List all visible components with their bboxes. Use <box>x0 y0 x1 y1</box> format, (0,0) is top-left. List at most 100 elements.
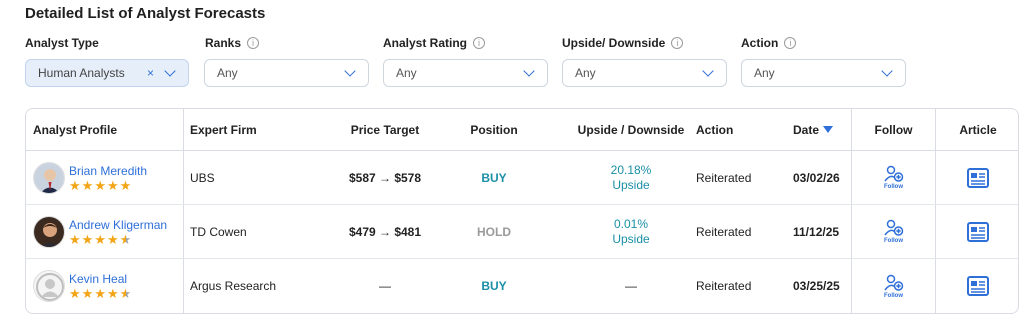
upside-label: Upside <box>612 231 650 246</box>
clear-icon[interactable]: × <box>147 66 154 80</box>
chevron-down-icon <box>881 65 893 77</box>
star-icon: ★ <box>81 177 94 193</box>
follow-label: Follow <box>884 184 903 190</box>
follow-person-plus-icon <box>883 219 903 236</box>
avatar[interactable] <box>33 161 65 194</box>
filter-label-text: Ranks <box>205 36 242 50</box>
star-icon: ★ <box>106 286 119 301</box>
star-icon: ★ <box>81 286 94 301</box>
select-value: Any <box>217 66 238 80</box>
position-badge: HOLD <box>477 224 511 239</box>
analyst-name-link[interactable]: Brian Meredith <box>69 164 147 178</box>
analyst-rating-select[interactable]: Any <box>383 59 548 87</box>
header-upside-downside[interactable]: Upside / Downside <box>574 109 688 150</box>
header-position[interactable]: Position <box>454 109 534 150</box>
follow-button[interactable]: Follow <box>883 274 904 299</box>
upside-label: Upside <box>612 177 650 192</box>
header-date[interactable]: Date <box>793 109 851 150</box>
filter-label-ranks: Ranks i <box>205 36 260 50</box>
action-text: Reiterated <box>696 224 752 239</box>
article-cell <box>936 259 1018 313</box>
half-star-icon: ★ <box>119 231 132 247</box>
follow-button[interactable]: Follow <box>883 165 904 190</box>
price-target: — <box>379 279 391 293</box>
action-select[interactable]: Any <box>741 59 906 87</box>
date-text: 11/12/25 <box>793 224 840 239</box>
action-text: Reiterated <box>696 170 752 185</box>
chevron-down-icon <box>344 65 356 77</box>
info-icon[interactable]: i <box>671 37 684 49</box>
select-value: Human Analysts <box>38 66 125 80</box>
select-value: Any <box>575 66 596 80</box>
expert-firm: UBS <box>190 170 215 185</box>
filter-label-text: Analyst Rating <box>383 36 468 50</box>
page-title: Detailed List of Analyst Forecasts <box>25 5 266 22</box>
filter-label-action: Action i <box>741 36 797 50</box>
upside-downside-cell: 20.18% Upside <box>574 151 688 204</box>
chevron-down-icon <box>523 65 535 77</box>
analyst-name-link[interactable]: Andrew Kligerman <box>69 218 167 232</box>
newspaper-icon[interactable] <box>967 276 989 296</box>
star-icon: ★ <box>69 286 81 301</box>
filter-label-text: Upside/ Downside <box>562 36 666 50</box>
analyst-type-select[interactable]: Human Analysts × <box>25 59 189 87</box>
header-price-target[interactable]: Price Target <box>330 109 440 150</box>
price-target: $587 → $578 <box>348 170 422 185</box>
header-expert-firm[interactable]: Expert Firm <box>190 109 300 150</box>
star-icon: ★ <box>69 231 81 247</box>
article-cell <box>936 151 1018 204</box>
info-icon[interactable]: i <box>473 37 486 49</box>
header-action[interactable]: Action <box>696 109 776 150</box>
upside-downside-cell: 0.01% Upside <box>574 205 688 258</box>
follow-person-plus-icon <box>883 165 903 182</box>
star-icon: ★ <box>69 177 81 193</box>
analyst-profile-cell: Andrew Kligerman ★ ★ ★ ★ ★ <box>26 205 183 258</box>
filter-label-text: Analyst Type <box>25 36 99 50</box>
price-target: $479 → $481 <box>348 224 422 239</box>
follow-cell: Follow <box>852 151 935 204</box>
avatar-placeholder[interactable] <box>33 270 65 302</box>
newspaper-icon[interactable] <box>967 167 989 188</box>
filter-label-analyst-type: Analyst Type <box>25 36 99 50</box>
filter-label-text: Action <box>741 36 779 50</box>
info-icon[interactable]: i <box>247 37 260 49</box>
position-badge: BUY <box>481 170 507 185</box>
date-text: 03/02/26 <box>793 170 840 185</box>
upside-downside-select[interactable]: Any <box>562 59 727 87</box>
expert-firm: Argus Research <box>190 279 277 293</box>
star-rating: ★ ★ ★ ★ ★ <box>69 179 147 192</box>
star-icon: ★ <box>94 177 106 193</box>
star-icon: ★ <box>119 177 132 193</box>
follow-label: Follow <box>884 238 903 244</box>
follow-person-plus-icon <box>883 274 903 291</box>
newspaper-icon[interactable] <box>967 221 989 242</box>
follow-button[interactable]: Follow <box>883 219 904 244</box>
table-row: Kevin Heal ★ ★ ★ ★ ★ Argus Research — BU… <box>26 259 1018 313</box>
header-follow: Follow <box>874 122 913 137</box>
header-date-label: Date <box>793 122 820 137</box>
date-text: 03/25/25 <box>793 279 840 293</box>
header-article: Article <box>959 122 997 137</box>
sort-descending-icon[interactable] <box>823 126 834 133</box>
action-text: Reiterated <box>696 279 752 293</box>
star-rating: ★ ★ ★ ★ ★ <box>69 287 131 300</box>
follow-cell: Follow <box>852 259 935 313</box>
star-icon: ★ <box>94 231 106 247</box>
analyst-forecasts-table: Analyst Profile Expert Firm Price Target… <box>25 108 1019 314</box>
analyst-name-link[interactable]: Kevin Heal <box>69 272 131 286</box>
chevron-down-icon <box>702 65 714 77</box>
table-header: Analyst Profile Expert Firm Price Target… <box>26 109 1018 151</box>
table-row: Andrew Kligerman ★ ★ ★ ★ ★ TD Cowen $479… <box>26 205 1018 259</box>
ranks-select[interactable]: Any <box>204 59 369 87</box>
analyst-profile-cell: Kevin Heal ★ ★ ★ ★ ★ <box>26 259 183 313</box>
half-star-icon: ★ <box>119 286 132 301</box>
header-analyst-profile[interactable]: Analyst Profile <box>33 109 183 150</box>
avatar[interactable] <box>33 215 65 248</box>
expert-firm: TD Cowen <box>190 224 247 239</box>
info-icon[interactable]: i <box>784 37 797 49</box>
star-icon: ★ <box>106 177 119 193</box>
select-value: Any <box>754 66 775 80</box>
article-cell <box>936 205 1018 258</box>
position-badge: BUY <box>481 279 507 293</box>
follow-label: Follow <box>884 292 903 299</box>
